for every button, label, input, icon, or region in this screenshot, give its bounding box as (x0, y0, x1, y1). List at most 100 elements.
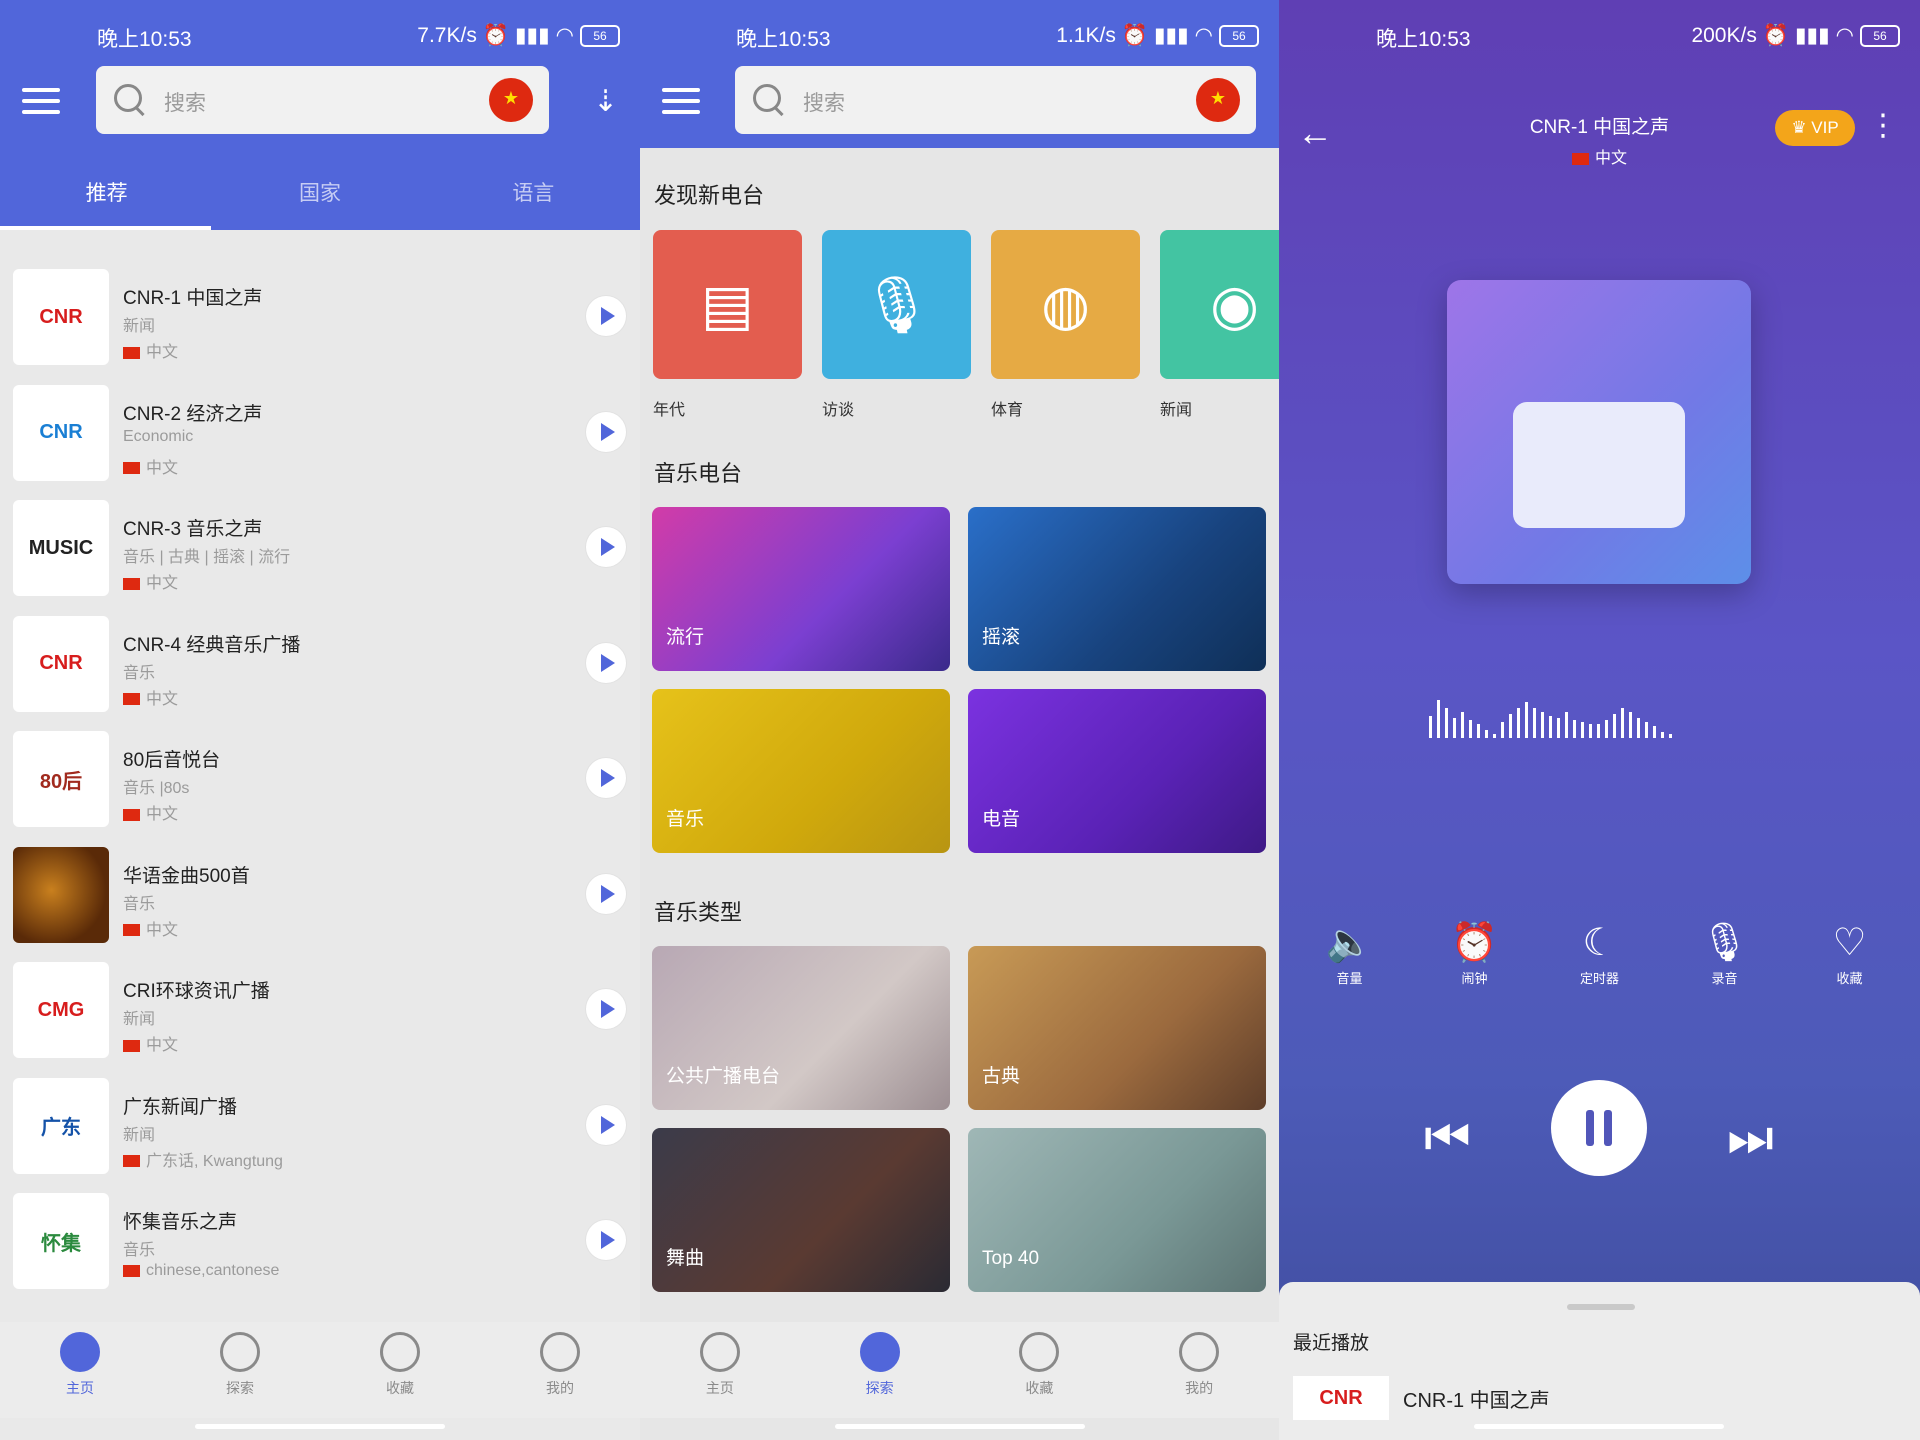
more-options-icon[interactable]: ⋮ (1868, 108, 1898, 143)
play-button[interactable] (586, 642, 626, 683)
tab-indicator (0, 226, 211, 230)
play-button[interactable] (586, 758, 626, 798)
search-input[interactable]: 搜索 ★ (735, 66, 1256, 134)
control-label: 定时器 (1579, 971, 1619, 986)
music-stations-tile[interactable]: 音乐 (652, 689, 950, 853)
tab-recommend[interactable]: 推荐 (0, 172, 213, 230)
sort-icon[interactable]: ⇣ (593, 84, 618, 119)
alarm-button[interactable]: ⏰ 闹钟 (1430, 918, 1520, 987)
heart-icon: ♡ (1832, 922, 1867, 964)
china-flag-icon (123, 808, 140, 821)
china-flag-icon (123, 346, 140, 359)
menu-icon[interactable] (22, 88, 60, 114)
station-row[interactable]: CMG CRI环球资讯广播 新闻 中文 (0, 959, 640, 1075)
nav-label: 主页 (705, 1380, 734, 1396)
music-stations-title: 音乐电台 (654, 461, 743, 486)
tab-language[interactable]: 语言 (427, 172, 640, 230)
country-flag-button[interactable]: ★ (1196, 78, 1240, 122)
tab-country[interactable]: 国家 (213, 172, 426, 230)
play-button[interactable] (586, 873, 626, 914)
search-input[interactable]: 搜索 ★ (96, 66, 549, 134)
nav-item-heart[interactable]: 收藏 (320, 1322, 480, 1418)
music-types-tile[interactable]: 古典 (968, 946, 1266, 1110)
album-art (1447, 280, 1751, 584)
music-types-tile[interactable]: 舞曲 (652, 1128, 950, 1292)
play-button[interactable] (586, 989, 626, 1029)
station-language: 中文 (123, 685, 178, 709)
station-row[interactable]: 怀集 怀集音乐之声 音乐 chinese,cantonese (0, 1190, 640, 1306)
recent-item[interactable]: CNR CNR-1 中国之声 (1293, 1376, 1550, 1420)
wave-bar (1485, 730, 1488, 738)
station-row[interactable]: CNR CNR-1 中国之声 新闻 中文 (0, 266, 640, 382)
wave-bar (1501, 722, 1504, 738)
sleep-timer-button[interactable]: ☾ 定时器 (1555, 918, 1645, 987)
china-flag-icon (123, 462, 140, 475)
pause-button[interactable] (1551, 1080, 1647, 1176)
play-button[interactable] (586, 296, 626, 336)
music-stations-tile[interactable]: 电音 (968, 689, 1266, 853)
nav-item-profile[interactable]: 我的 (1119, 1322, 1279, 1418)
station-genre: 新闻 (123, 1011, 156, 1028)
record-button[interactable]: 🎙 录音 (1680, 918, 1770, 987)
country-flag-button[interactable]: ★ (489, 78, 533, 122)
nav-item-home[interactable]: 主页 (0, 1322, 160, 1418)
play-button[interactable] (586, 411, 626, 452)
station-language-text: 中文 (146, 344, 179, 361)
music-stations-tile[interactable]: 流行 (652, 507, 950, 671)
battery-icon: 56 (1860, 24, 1900, 47)
wave-bar (1605, 720, 1608, 738)
wifi-icon: ◠ (1194, 24, 1213, 47)
tile-label: 流行 (666, 627, 705, 648)
station-title: CNR-2 经济之声 (123, 403, 263, 425)
tile-label: 电音 (982, 809, 1021, 830)
recent-thumb: CNR (1293, 1376, 1389, 1420)
category-3[interactable]: ◍ 体育 (991, 230, 1140, 420)
china-flag-icon (123, 924, 140, 937)
station-row[interactable]: CNR CNR-2 经济之声 Economic 中文 (0, 382, 640, 498)
search-placeholder: 搜索 (164, 92, 206, 115)
nav-label: 探索 (865, 1380, 894, 1396)
music-types-tile[interactable]: 公共广播电台 (652, 946, 950, 1110)
nav-item-profile[interactable]: 我的 (480, 1322, 640, 1418)
station-title: CRI环球资讯广播 (123, 981, 270, 1002)
station-row[interactable]: 广东 广东新闻广播 新闻 广东话, Kwangtung (0, 1075, 640, 1191)
gesture-bar (835, 1424, 1085, 1429)
station-row[interactable]: 80后 80后音悦台 音乐 |80s 中文 (0, 728, 640, 844)
music-types-tile[interactable]: Top 40 (968, 1128, 1266, 1292)
station-row[interactable]: 华语金曲500首 音乐 中文 (0, 844, 640, 960)
station-title: 广东新闻广播 (123, 1096, 238, 1118)
play-button[interactable] (586, 1104, 626, 1145)
signal-icon: ▮▮▮ (1154, 24, 1189, 47)
sheet-handle[interactable] (1567, 1304, 1635, 1310)
wave-bar (1437, 700, 1440, 738)
menu-icon[interactable] (662, 88, 700, 114)
category-4[interactable]: ◉ 新闻 (1160, 230, 1279, 420)
play-button[interactable] (586, 1220, 626, 1260)
nav-item-home[interactable]: 主页 (640, 1322, 800, 1418)
broadcast-icon: ◉ (1160, 230, 1279, 379)
recent-item-title: CNR-1 中国之声 (1403, 1389, 1550, 1412)
music-stations-tile[interactable]: 摇滚 (968, 507, 1266, 671)
volume-button[interactable]: 🔈 音量 (1305, 918, 1395, 987)
nav-item-heart[interactable]: 收藏 (960, 1322, 1120, 1418)
wave-bar (1469, 720, 1472, 738)
station-row[interactable]: CNR CNR-4 经典音乐广播 音乐 中文 (0, 613, 640, 729)
calendar-icon: ▤ (653, 230, 802, 379)
alarm-icon: ⏰ (1762, 23, 1789, 47)
nav-item-compass[interactable]: 探索 (800, 1322, 960, 1418)
station-title: 80后音悦台 (123, 750, 221, 771)
category-label: 访谈 (822, 402, 855, 419)
station-title: CNR-1 中国之声 (123, 288, 263, 309)
station-row[interactable]: MUSIC CNR-3 音乐之声 音乐 | 古典 | 摇滚 | 流行 中文 (0, 497, 640, 613)
category-2[interactable]: 🎙 访谈 (822, 230, 971, 420)
nav-item-compass[interactable]: 探索 (160, 1322, 320, 1418)
compass-icon (220, 1332, 260, 1372)
heart-button[interactable]: ♡ 收藏 (1805, 918, 1895, 987)
play-button[interactable] (586, 527, 626, 567)
previous-icon[interactable]: ⏮ (1424, 1108, 1471, 1169)
next-icon[interactable]: ⏭ (1727, 1108, 1774, 1169)
vip-button[interactable]: ♛ VIP (1775, 110, 1855, 146)
station-language-text: 广东话, Kwangtung (146, 1152, 283, 1170)
tab-bar: 推荐 国家 语言 (0, 172, 640, 230)
category-1[interactable]: ▤ 年代 (653, 230, 802, 420)
